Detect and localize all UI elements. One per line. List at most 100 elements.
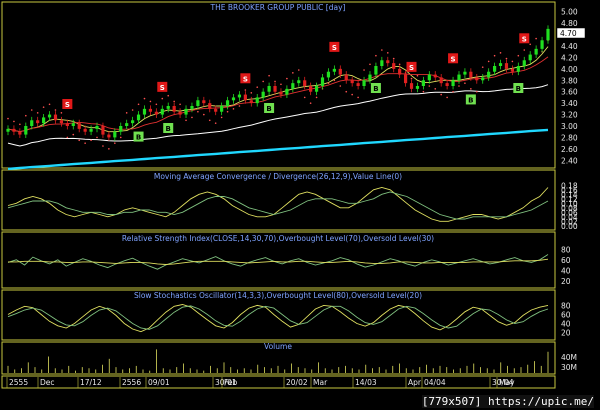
sar-dot — [434, 88, 437, 90]
buy-signal-label: B — [468, 96, 473, 104]
candle-body — [522, 60, 526, 66]
candle-body — [540, 40, 544, 49]
sell-signal-label: S — [160, 84, 165, 92]
candle-body — [77, 123, 81, 129]
sar-dot — [220, 116, 223, 119]
sar-dot — [345, 90, 348, 93]
candle-body — [101, 126, 105, 135]
sar-dot — [303, 96, 306, 99]
candle-body — [273, 86, 277, 92]
sell-signal-label: S — [332, 44, 337, 52]
sar-dot — [66, 136, 69, 139]
sar-dot — [191, 116, 193, 119]
candle-body — [225, 100, 230, 106]
date-label: Apr — [408, 378, 422, 387]
candle-body — [202, 100, 206, 104]
candle-body — [208, 103, 212, 109]
sar-dot — [72, 133, 75, 136]
date-label: 14/03 — [355, 378, 377, 387]
date-label: 04/04 — [424, 378, 446, 387]
sar-dot — [511, 60, 514, 63]
sar-dot — [386, 52, 389, 54]
candle-body — [498, 63, 503, 66]
axis-tick-label: 4.20 — [561, 53, 578, 62]
sar-dot — [440, 93, 442, 96]
sar-dot — [428, 85, 431, 87]
candle-body — [83, 128, 87, 132]
sar-dot — [60, 112, 63, 114]
last-price-box: 4.70 — [556, 27, 586, 39]
macd-panel-title: Moving Average Convergence / Divergence(… — [154, 172, 402, 181]
axis-tick-label: 40 — [561, 266, 571, 275]
date-label: Mar — [313, 378, 328, 387]
sar-dot — [286, 77, 288, 80]
sar-dot — [25, 114, 27, 117]
candle-body — [368, 74, 372, 81]
sell-signal-label: S — [243, 75, 248, 83]
candle-body — [451, 80, 455, 86]
candle-body — [403, 74, 408, 84]
candle-body — [214, 108, 218, 112]
date-label: 09/01 — [148, 378, 170, 387]
candle-body — [89, 128, 93, 132]
sar-dot — [475, 90, 478, 93]
candle-body — [504, 63, 509, 69]
candle-body — [427, 74, 431, 81]
axis-tick-label: 2.40 — [561, 156, 578, 165]
axis-tick-label: 4.80 — [561, 19, 578, 28]
axis-tick-label: 60 — [561, 310, 571, 319]
buy-signal-label: B — [516, 85, 521, 93]
candle-body — [285, 88, 289, 95]
sar-dot — [398, 63, 401, 66]
sar-dot — [523, 49, 526, 51]
date-label: 2556 — [122, 378, 141, 387]
sar-dot — [375, 54, 377, 57]
candle-body — [24, 126, 28, 135]
axis-tick-label: 3.00 — [561, 122, 578, 131]
axis-tick-label: 5.00 — [561, 8, 578, 17]
candle-body — [107, 134, 111, 138]
sar-dot — [487, 60, 490, 63]
candle-body — [131, 120, 135, 124]
sar-dot — [280, 83, 282, 86]
candle-body — [457, 74, 461, 81]
axis-tick-label: 2.60 — [561, 145, 578, 154]
buy-signal-label: B — [166, 125, 171, 133]
candle-body — [469, 71, 473, 78]
sar-dot — [446, 96, 448, 99]
stock-chart-window: THE BROOKER GROUP PUBLIC [day] Moving Av… — [0, 0, 600, 410]
axis-tick-label: 30M — [561, 363, 577, 372]
candle-body — [243, 94, 247, 101]
date-label: May — [499, 378, 515, 387]
sell-signal-label: S — [522, 35, 527, 43]
sar-dot — [416, 74, 419, 77]
candle-body — [65, 123, 69, 126]
sar-dot — [48, 103, 51, 106]
price-panel-title: THE BROOKER GROUP PUBLIC [day] — [210, 3, 346, 12]
candle-body — [12, 128, 16, 132]
candle-body — [475, 77, 479, 81]
candle-body — [119, 126, 123, 132]
candle-body — [332, 68, 336, 72]
sar-dot — [470, 88, 472, 90]
candle-body — [398, 68, 402, 75]
sar-dot — [185, 119, 187, 122]
sar-dot — [214, 122, 217, 124]
sar-dot — [54, 109, 57, 111]
axis-tick-label: 3.40 — [561, 99, 578, 108]
date-label: 20/02 — [286, 378, 308, 387]
sar-dot — [315, 96, 318, 99]
candle-body — [148, 108, 153, 112]
candle-body — [433, 74, 437, 78]
sar-dot — [42, 106, 45, 108]
candle-body — [326, 71, 331, 78]
candle-body — [95, 126, 99, 129]
sar-dot — [262, 80, 264, 83]
date-label: 2555 — [9, 378, 28, 387]
sar-dot — [309, 102, 312, 104]
candle-body — [279, 91, 283, 95]
candle-body — [166, 106, 170, 109]
axis-tick-label: 40M — [561, 353, 577, 362]
sell-signal-label: S — [451, 55, 456, 63]
axis-tick-label: 80 — [561, 245, 571, 254]
